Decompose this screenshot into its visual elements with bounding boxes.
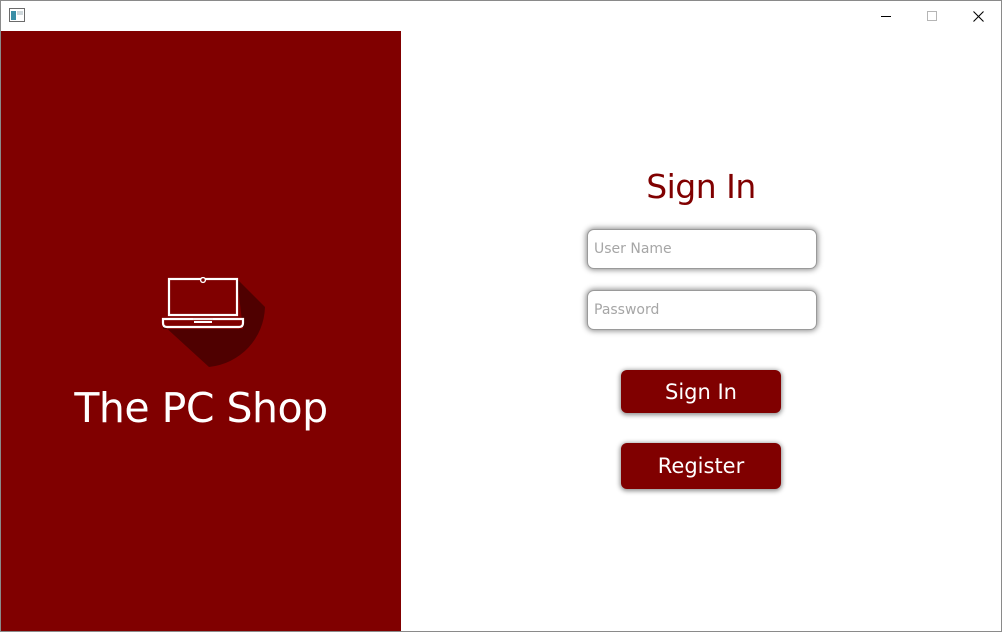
brand-panel: The PC Shop (1, 31, 401, 631)
app-icon (9, 8, 25, 22)
brand-name: The PC Shop (74, 384, 328, 432)
password-input[interactable] (587, 290, 817, 330)
app-window: The PC Shop Sign In Sign In Register (0, 0, 1002, 632)
signin-button[interactable]: Sign In (621, 370, 781, 413)
maximize-icon (927, 11, 937, 21)
username-input[interactable] (587, 229, 817, 269)
close-icon (972, 10, 984, 22)
minimize-icon (881, 16, 891, 17)
close-button[interactable] (955, 1, 1001, 31)
signin-title: Sign In (646, 167, 756, 206)
signin-panel: Sign In Sign In Register (401, 31, 1001, 631)
laptop-icon (161, 277, 265, 367)
register-button[interactable]: Register (621, 443, 781, 489)
maximize-button[interactable] (909, 1, 955, 31)
title-bar[interactable] (1, 1, 1001, 31)
minimize-button[interactable] (863, 1, 909, 31)
